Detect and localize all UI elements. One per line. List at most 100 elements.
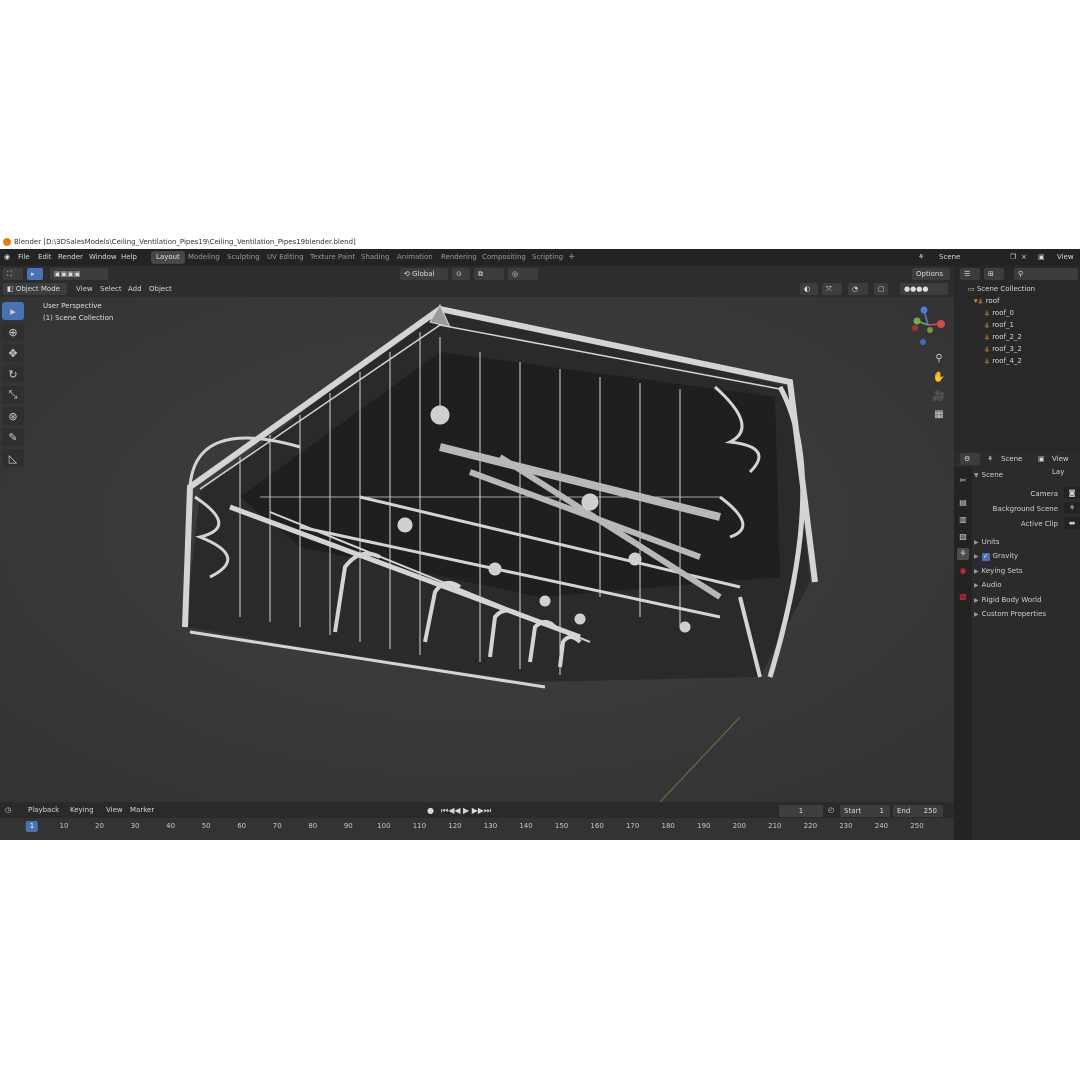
end-frame-field[interactable]: End 250	[893, 805, 943, 817]
pivot-icon[interactable]: ⊙	[452, 268, 470, 280]
ortho-grid-icon[interactable]: ▦	[932, 409, 946, 420]
tab-layout[interactable]: Layout	[151, 251, 185, 264]
selection-mode-icons[interactable]: ▣▣▣▣	[50, 268, 108, 280]
scene-icon[interactable]: ⚘	[918, 249, 924, 266]
audio-panel[interactable]: ▶ Audio	[974, 579, 1080, 592]
outliner-editor-icon[interactable]: ☰	[960, 268, 980, 280]
tab-rendering[interactable]: Rendering	[436, 251, 482, 264]
viewport-menu-view[interactable]: View	[76, 282, 93, 297]
gravity-checkbox[interactable]: ✓	[981, 553, 990, 561]
scene-tab-icon[interactable]: ⚘	[957, 548, 969, 560]
view-layer-selector[interactable]: View La	[1057, 249, 1080, 278]
options-dropdown[interactable]: Options	[912, 268, 950, 280]
transform-tool-icon[interactable]: ⊛	[2, 407, 24, 425]
select-box-tool-icon[interactable]: ▸	[2, 302, 24, 320]
current-frame-field[interactable]: 1	[779, 805, 823, 817]
timeline-menu-view[interactable]: View	[106, 803, 123, 818]
world-tab-icon[interactable]: ◉	[957, 565, 969, 577]
outliner-item-roof-0[interactable]: ⚶ roof_0⚶ ▽2	[954, 307, 1080, 319]
start-frame-field[interactable]: Start 1	[840, 805, 890, 817]
rotate-tool-icon[interactable]: ↻	[2, 365, 24, 383]
tab-modeling[interactable]: Modeling	[183, 251, 225, 264]
texture-tab-icon[interactable]: ▩	[957, 591, 969, 603]
outliner-root-row[interactable]: ▭ Scene Collection	[954, 283, 1080, 295]
navigation-gizmo[interactable]	[905, 302, 951, 348]
zoom-icon[interactable]: ⚲	[932, 353, 946, 364]
scene-copy-icon[interactable]: ❐	[1010, 249, 1016, 266]
view-object-types-icon[interactable]: ◐	[800, 283, 818, 295]
outliner-item-roof-3-2[interactable]: ⚶ roof_3_2⚶ ▽2	[954, 343, 1080, 355]
current-frame-indicator[interactable]: 1	[25, 821, 39, 832]
object-mode-dropdown[interactable]: ◧ Object Mode	[3, 283, 67, 295]
outliner-item-roof-4-2[interactable]: ⚶ roof_4_2⚶ ▽3	[954, 355, 1080, 367]
viewport-menu-object[interactable]: Object	[149, 282, 172, 297]
scene-panel-header[interactable]: ▼ Scene	[974, 469, 1080, 482]
scale-tool-icon[interactable]: ⤡	[2, 386, 24, 404]
cursor-tool-icon[interactable]: ⊕	[2, 323, 24, 341]
shading-mode-icons[interactable]: ●●●●	[900, 283, 948, 295]
tab-animation[interactable]: Animation	[392, 251, 438, 264]
output-tab-icon[interactable]: ▥	[957, 514, 969, 526]
view-layer-icon[interactable]: ▣	[1038, 249, 1045, 266]
gizmo-toggle-icon[interactable]: ⤧	[822, 283, 842, 295]
properties-editor-icon[interactable]: ⚙	[960, 453, 980, 465]
tab-texture-paint[interactable]: Texture Paint	[305, 251, 360, 264]
transform-orientation-dropdown[interactable]: ⟲ Global	[400, 268, 448, 280]
menu-window[interactable]: Window	[89, 249, 117, 266]
units-panel[interactable]: ▶ Units	[974, 536, 1080, 549]
record-icon[interactable]: ●	[427, 803, 434, 818]
move-tool-icon[interactable]: ✥	[2, 344, 24, 362]
overlay-toggle-icon[interactable]: ◔	[848, 283, 868, 295]
outliner-item-roof-1[interactable]: ⚶ roof_1⚶ ▽2	[954, 319, 1080, 331]
tab-scripting[interactable]: Scripting	[527, 251, 568, 264]
background-scene-field[interactable]: ⚘	[1064, 502, 1080, 514]
pan-hand-icon[interactable]: ✋	[932, 372, 946, 383]
outliner-parent-row[interactable]: ▾⚶ roof	[954, 295, 1080, 307]
camera-view-icon[interactable]: 🎥	[932, 391, 946, 402]
rigid-body-world-panel[interactable]: ▶ Rigid Body World	[974, 594, 1080, 607]
viewport-menu-add[interactable]: Add	[128, 282, 142, 297]
clock-icon[interactable]: ◴	[828, 803, 834, 818]
viewport-menu-select[interactable]: Select	[100, 282, 122, 297]
snap-icon[interactable]: ⧉	[474, 268, 504, 280]
proportional-edit-icon[interactable]: ◎	[508, 268, 538, 280]
outliner-item-roof-2-2[interactable]: ⚶ roof_2_2⚶ ▽2	[954, 331, 1080, 343]
add-workspace-icon[interactable]: +	[563, 251, 581, 264]
tool-tab-icon[interactable]: ✂	[957, 475, 969, 487]
annotate-tool-icon[interactable]: ✎	[2, 428, 24, 446]
scene-close-icon[interactable]: ×	[1021, 249, 1027, 266]
keying-sets-panel[interactable]: ▶ Keying Sets	[974, 565, 1080, 578]
measure-tool-icon[interactable]: ◺	[2, 449, 24, 467]
properties-view-layer-label[interactable]: View Lay	[1052, 453, 1080, 476]
camera-field[interactable]: ◙	[1064, 487, 1080, 499]
menu-edit[interactable]: Edit	[38, 249, 52, 266]
tab-compositing[interactable]: Compositing	[477, 251, 531, 264]
timeline-menu-marker[interactable]: Marker	[130, 803, 154, 818]
editor-type-icon[interactable]: ⛶	[3, 268, 23, 280]
tab-shading[interactable]: Shading	[356, 251, 394, 264]
outliner-search-input[interactable]: ⚲	[1014, 268, 1078, 280]
outliner-root-label: Scene Collection	[976, 285, 1036, 293]
timeline-menu-keying[interactable]: Keying	[70, 803, 94, 818]
menu-file[interactable]: File	[18, 249, 30, 266]
tab-uv-editing[interactable]: UV Editing	[262, 251, 309, 264]
gravity-panel[interactable]: ▶ ✓ Gravity	[974, 550, 1080, 563]
view-layer-tab-icon[interactable]: ▨	[957, 531, 969, 543]
custom-properties-panel[interactable]: ▶ Custom Properties	[974, 608, 1080, 621]
scene-selector[interactable]: Scene	[939, 249, 960, 266]
tab-sculpting[interactable]: Sculpting	[222, 251, 265, 264]
timeline-editor-icon[interactable]: ◷	[5, 803, 11, 818]
select-tool-icon[interactable]: ▸	[27, 268, 43, 280]
timeline-ruler[interactable]: 1 10 20 30 40 50 60 70 80 90 100 110 120 130 140 150 160…	[0, 818, 954, 840]
xray-toggle-icon[interactable]: ▢	[874, 283, 888, 295]
blender-menu-icon[interactable]: ◉	[4, 249, 10, 266]
3d-viewport[interactable]	[0, 297, 954, 802]
active-clip-field[interactable]: ▬	[1064, 517, 1080, 529]
render-tab-icon[interactable]: ▤	[957, 497, 969, 509]
outliner-display-mode-icon[interactable]: ⊞	[984, 268, 1004, 280]
properties-scene-label[interactable]: Scene	[1001, 453, 1022, 466]
menu-help[interactable]: Help	[121, 249, 137, 266]
timeline-menu-playback[interactable]: Playback	[28, 803, 59, 818]
menu-render[interactable]: Render	[58, 249, 83, 266]
playback-controls-icons[interactable]: ⏮◀◀ ▶ ▶▶⏭	[441, 803, 491, 818]
